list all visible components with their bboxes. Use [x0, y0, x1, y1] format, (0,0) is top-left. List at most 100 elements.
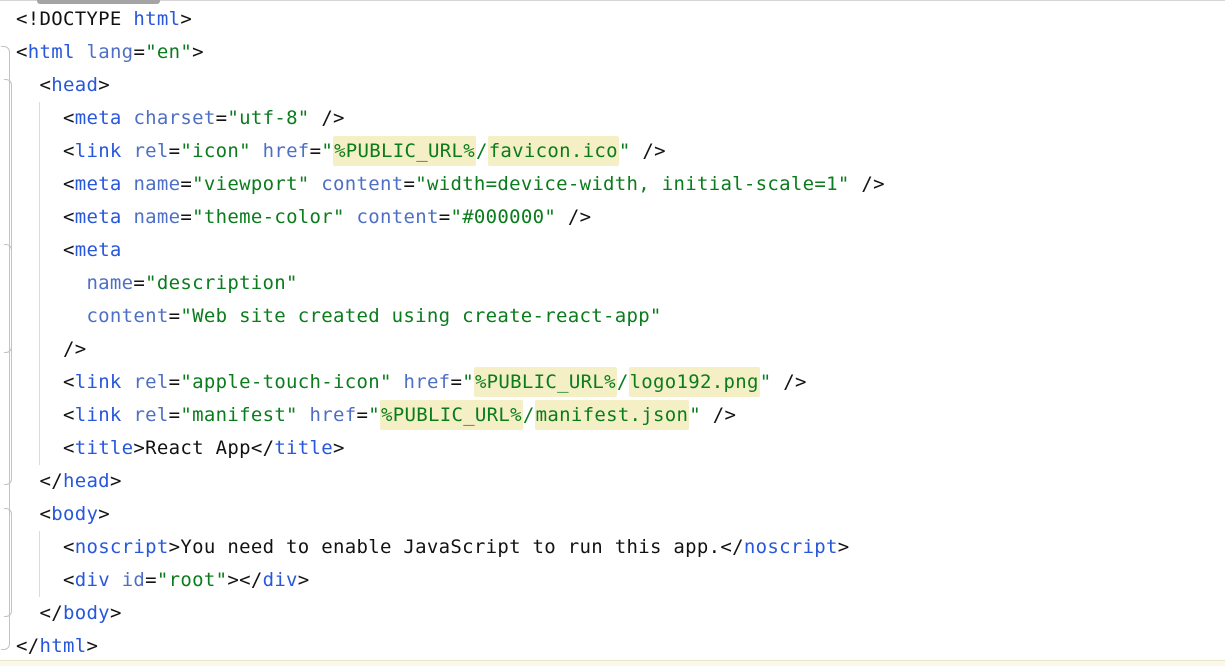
- code-token: <: [63, 206, 75, 228]
- code-token: [310, 173, 322, 195]
- code-token: "apple-touch-icon": [180, 371, 391, 393]
- code-line-1[interactable]: <!DOCTYPE html>: [16, 3, 1225, 36]
- code-token: name: [133, 173, 180, 195]
- code-token: html: [28, 41, 75, 63]
- fold-region-marker[interactable]: [4, 508, 12, 617]
- code-token: name: [86, 272, 133, 294]
- code-line-11[interactable]: />: [16, 333, 1225, 366]
- code-token: "#000000": [450, 206, 556, 228]
- code-token: html: [39, 635, 86, 657]
- code-token: body: [51, 503, 98, 525]
- code-line-15[interactable]: </head>: [16, 465, 1225, 498]
- code-token: head: [63, 470, 110, 492]
- code-line-5[interactable]: <link rel="icon" href="%PUBLIC_URL%/favi…: [16, 135, 1225, 168]
- code-token: /: [617, 371, 629, 393]
- code-token: =: [357, 404, 369, 426]
- code-token: content: [321, 173, 403, 195]
- code-token: lang: [86, 41, 133, 63]
- code-token: /: [476, 140, 488, 162]
- indent-guide: [39, 102, 40, 465]
- code-token: [110, 569, 122, 591]
- code-token: rel: [133, 140, 168, 162]
- code-token: =: [403, 173, 415, 195]
- code-line-8[interactable]: <meta: [16, 234, 1225, 267]
- code-token: <: [63, 173, 75, 195]
- code-editor[interactable]: <!DOCTYPE html><html lang="en"> <head> <…: [0, 0, 1225, 666]
- code-token: >: [838, 536, 850, 558]
- code-token: <: [63, 239, 75, 261]
- code-line-17[interactable]: <noscript>You need to enable JavaScript …: [16, 531, 1225, 564]
- code-token: [850, 173, 862, 195]
- code-token: content: [86, 305, 168, 327]
- code-line-19[interactable]: </body>: [16, 597, 1225, 630]
- code-token: [75, 41, 87, 63]
- bottom-panel-strip: [0, 660, 1225, 666]
- code-token: ": [321, 140, 333, 162]
- code-token: head: [51, 74, 98, 96]
- code-token: name: [133, 206, 180, 228]
- code-token: </: [251, 437, 274, 459]
- code-line-13[interactable]: <link rel="manifest" href="%PUBLIC_URL%/…: [16, 399, 1225, 432]
- code-line-12[interactable]: <link rel="apple-touch-icon" href="%PUBL…: [16, 366, 1225, 399]
- code-token: />: [321, 107, 344, 129]
- code-token: [310, 107, 322, 129]
- code-token: [122, 107, 134, 129]
- code-line-6[interactable]: <meta name="viewport" content="width=dev…: [16, 168, 1225, 201]
- code-token: href: [263, 140, 310, 162]
- code-token: ": [368, 404, 380, 426]
- code-token: ": [760, 371, 772, 393]
- code-token: div: [263, 569, 298, 591]
- code-token: [16, 272, 86, 294]
- code-token: noscript: [75, 536, 169, 558]
- code-token: rel: [133, 404, 168, 426]
- code-token: =: [439, 206, 451, 228]
- code-token: [16, 305, 86, 327]
- code-line-10[interactable]: content="Web site created using create-r…: [16, 300, 1225, 333]
- indent-guide: [39, 531, 40, 597]
- code-token: <: [63, 107, 75, 129]
- code-token: body: [63, 602, 110, 624]
- code-token: =: [450, 371, 462, 393]
- code-token: [16, 74, 39, 96]
- template-variable-highlight: %PUBLIC_URL%: [380, 400, 523, 430]
- code-token: href: [403, 371, 450, 393]
- code-token: [251, 140, 263, 162]
- code-line-18[interactable]: <div id="root"></div>: [16, 564, 1225, 597]
- code-token: ": [462, 371, 474, 393]
- code-token: /: [523, 404, 535, 426]
- code-line-4[interactable]: <meta charset="utf-8" />: [16, 102, 1225, 135]
- fold-region-marker[interactable]: [4, 244, 12, 353]
- code-token: "en": [145, 41, 192, 63]
- code-token: "root": [157, 569, 227, 591]
- code-token: [631, 140, 643, 162]
- code-token: "icon": [180, 140, 250, 162]
- template-variable-highlight: %PUBLIC_URL%: [474, 367, 617, 397]
- code-token: <!DOCTYPE: [16, 8, 133, 30]
- code-token: =: [216, 107, 228, 129]
- code-token: "Web site created using create-react-app…: [180, 305, 661, 327]
- code-token: =: [133, 272, 145, 294]
- code-token: [16, 602, 39, 624]
- code-token: =: [169, 371, 181, 393]
- template-variable-highlight: manifest.json: [535, 400, 690, 430]
- code-token: />: [568, 206, 591, 228]
- code-line-16[interactable]: <body>: [16, 498, 1225, 531]
- code-token: rel: [133, 371, 168, 393]
- code-token: link: [75, 140, 122, 162]
- code-token: >: [110, 470, 122, 492]
- code-token: >: [110, 602, 122, 624]
- code-line-3[interactable]: <head>: [16, 69, 1225, 102]
- code-token: [771, 371, 783, 393]
- code-token: />: [861, 173, 884, 195]
- code-token: [345, 206, 357, 228]
- code-token: >: [169, 536, 181, 558]
- code-token: charset: [133, 107, 215, 129]
- code-line-7[interactable]: <meta name="theme-color" content="#00000…: [16, 201, 1225, 234]
- code-line-9[interactable]: name="description": [16, 267, 1225, 300]
- code-line-20[interactable]: </html>: [16, 630, 1225, 663]
- code-area[interactable]: <!DOCTYPE html><html lang="en"> <head> <…: [16, 3, 1225, 663]
- code-line-2[interactable]: <html lang="en">: [16, 36, 1225, 69]
- code-line-14[interactable]: <title>React App</title>: [16, 432, 1225, 465]
- code-token: [392, 371, 404, 393]
- code-token: <: [39, 503, 51, 525]
